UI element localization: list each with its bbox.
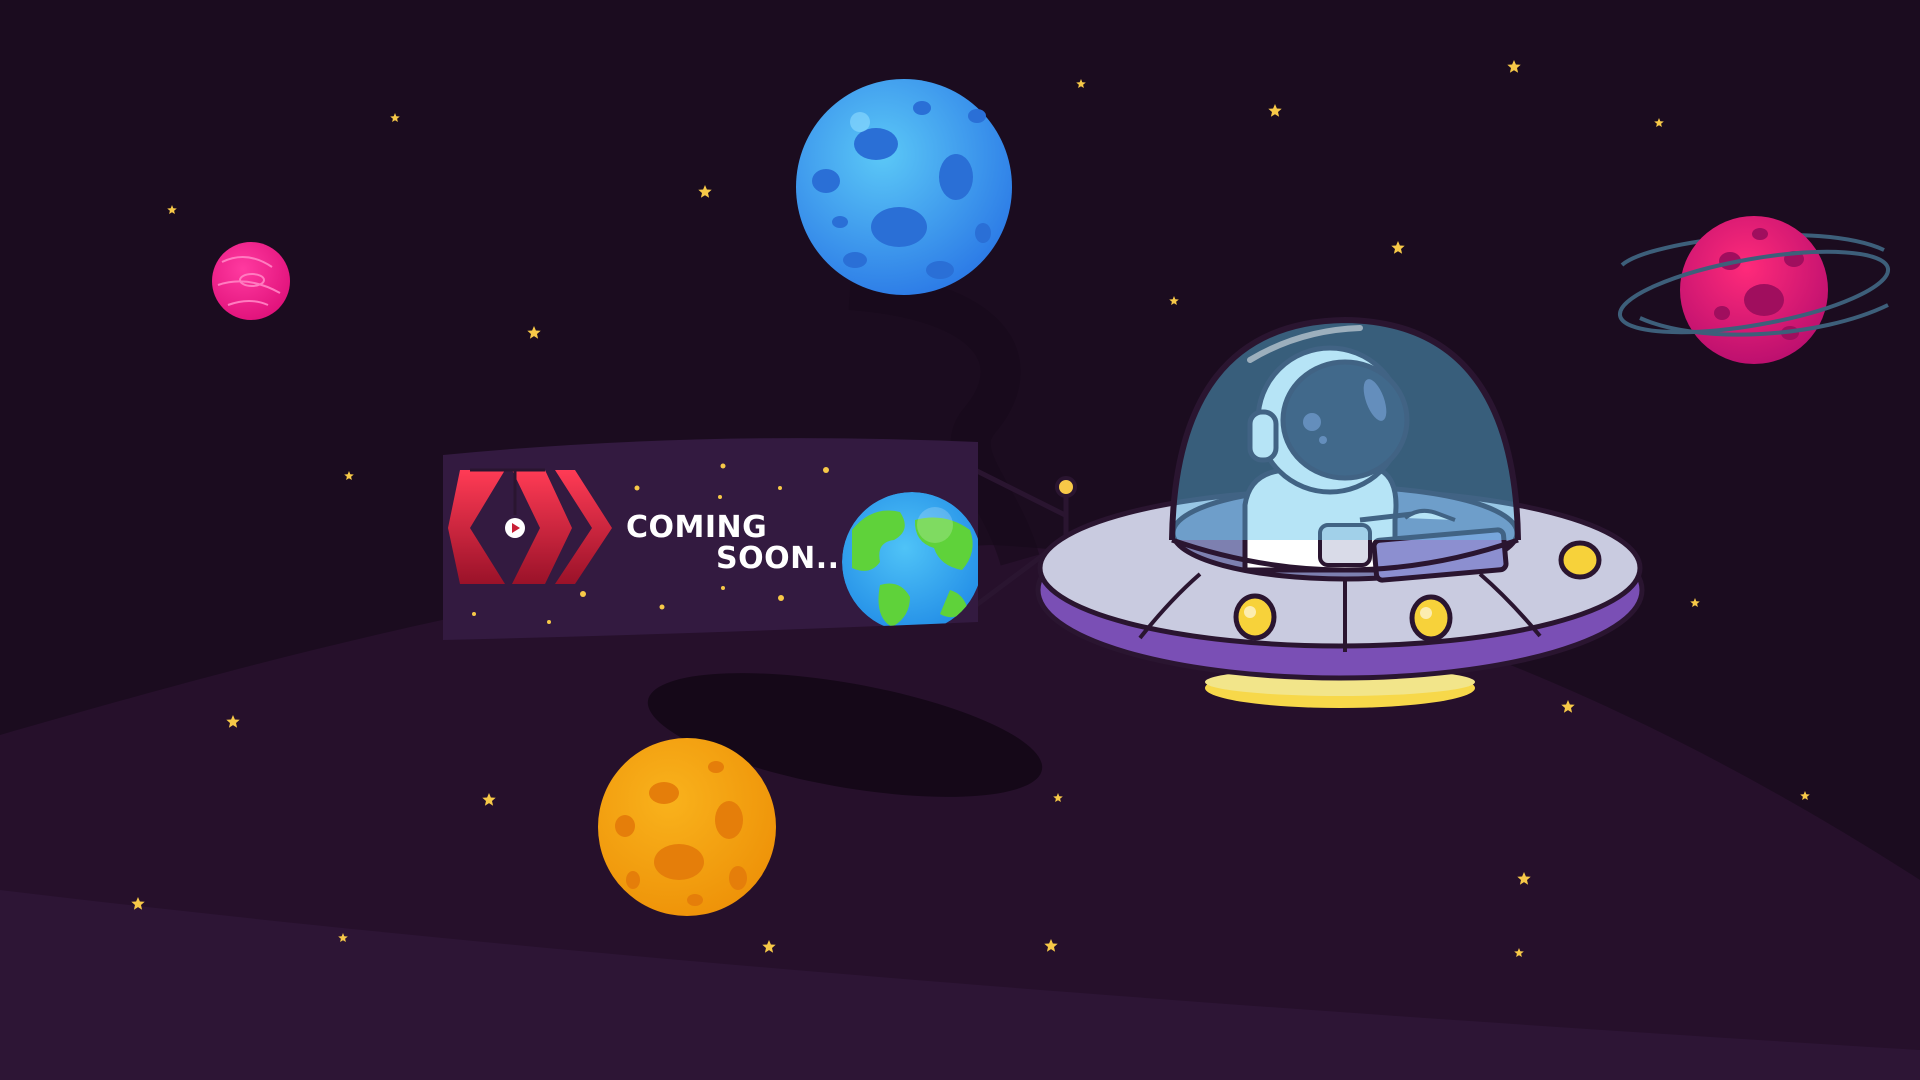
orange-cratered-planet-icon bbox=[598, 738, 776, 916]
pink-striped-planet-icon bbox=[212, 242, 290, 320]
blue-cratered-planet-icon bbox=[796, 79, 1012, 295]
banner-line-1: COMING bbox=[626, 510, 767, 545]
earth-globe-icon bbox=[842, 492, 978, 632]
space-scene: COMING SOON... bbox=[0, 0, 1920, 1080]
coming-soon-banner: COMING SOON... bbox=[443, 438, 978, 640]
banner-line-2: SOON... bbox=[716, 541, 851, 576]
